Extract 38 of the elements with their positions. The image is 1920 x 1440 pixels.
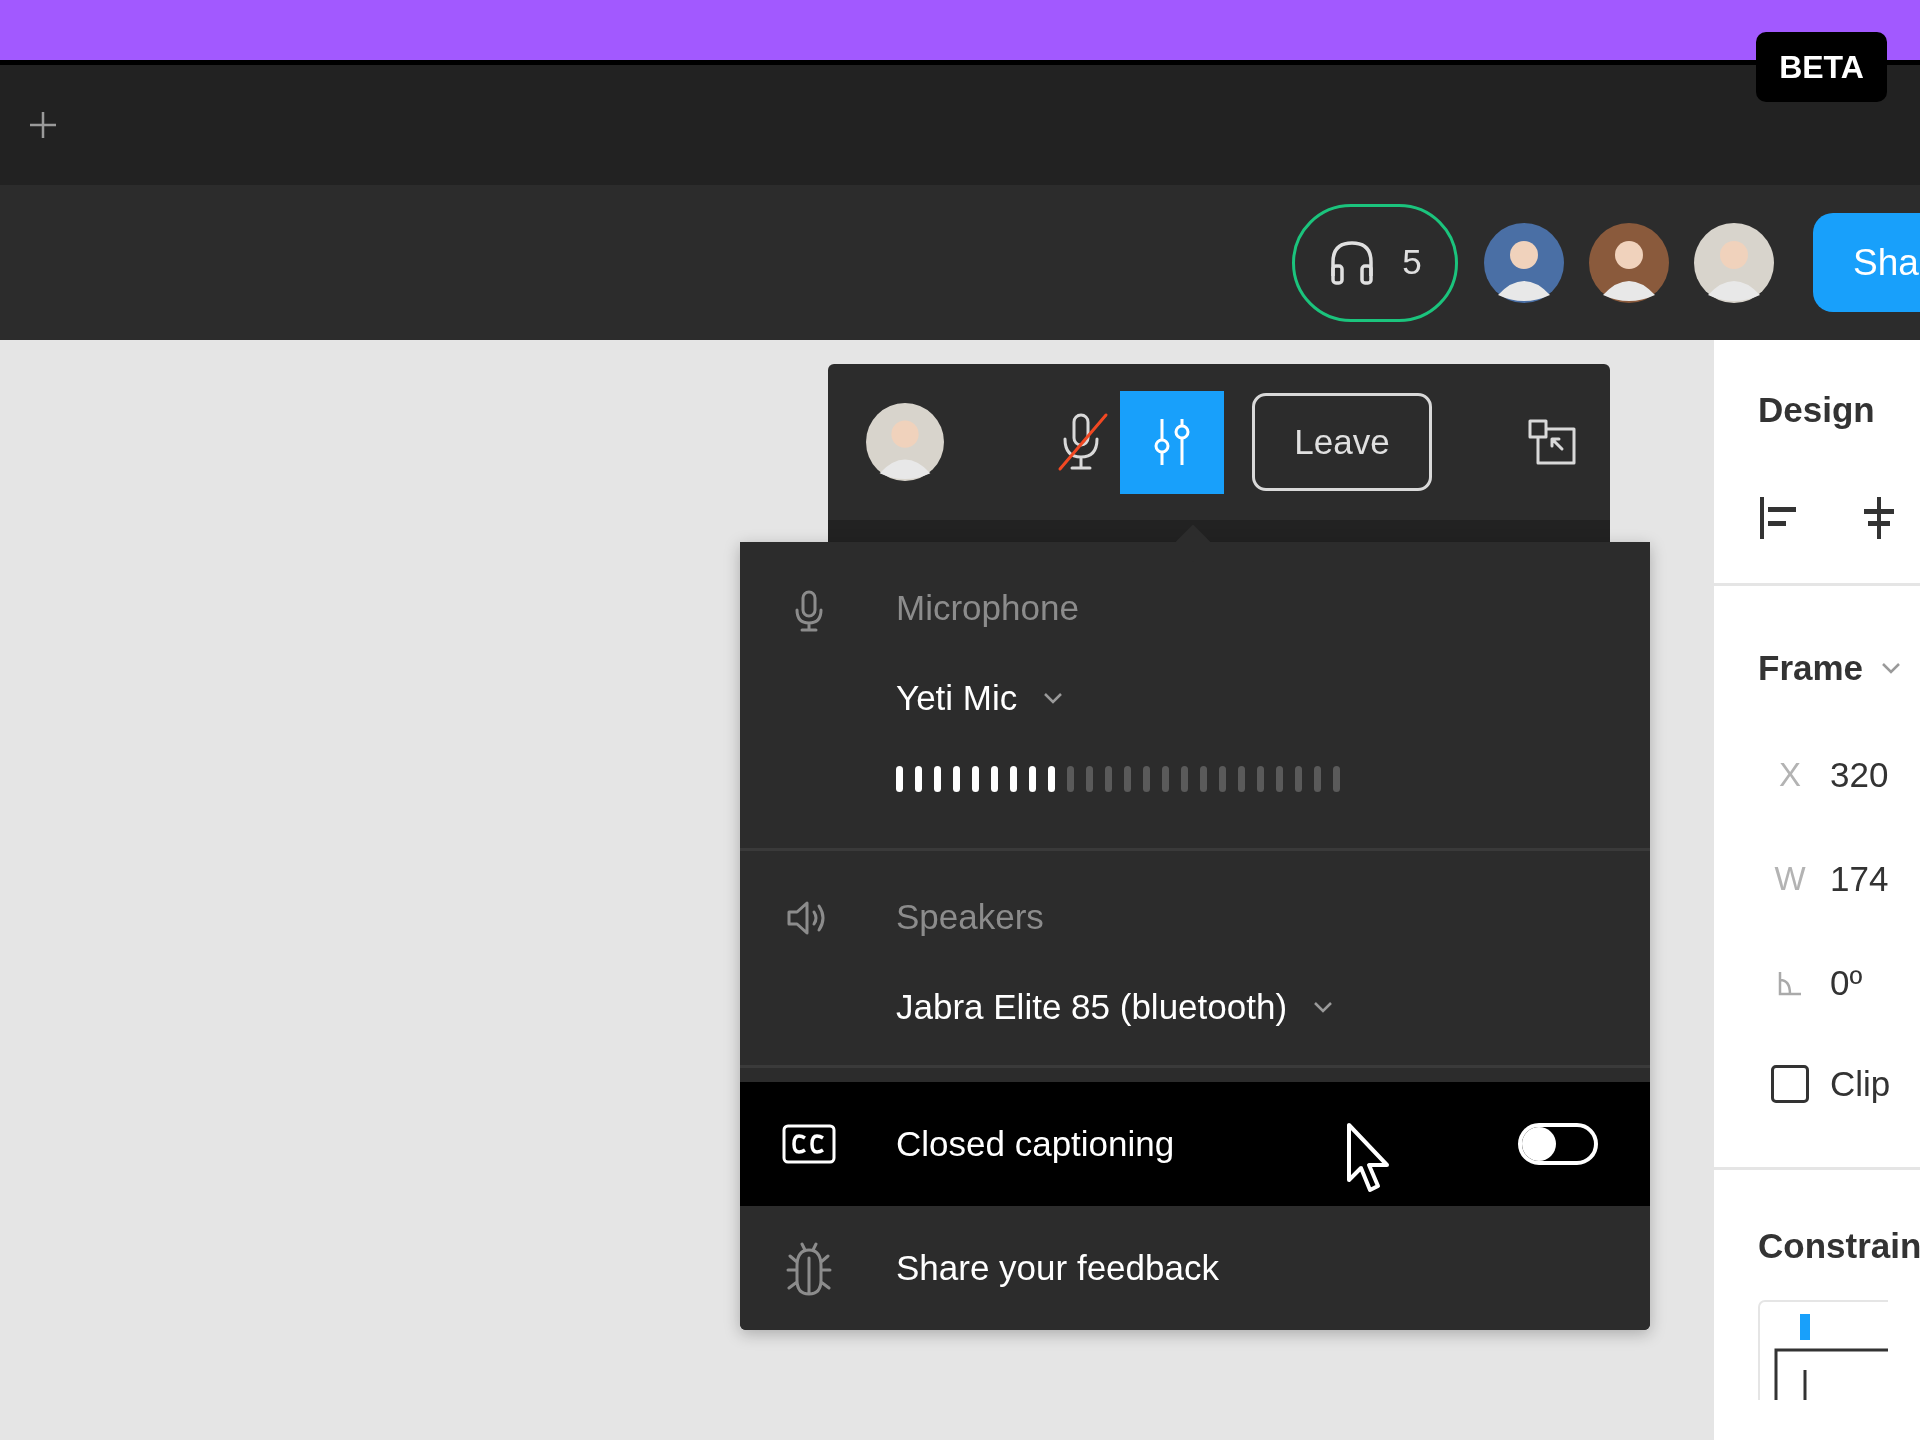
menu-item-label: Share your feedback	[896, 1246, 1219, 1289]
section-label: Speakers	[896, 896, 1045, 938]
field-label: W	[1774, 859, 1806, 900]
chevron-down-icon[interactable]	[1881, 661, 1902, 674]
leave-button[interactable]: Leave	[1252, 393, 1432, 491]
listeners-button[interactable]: 5	[1292, 203, 1458, 322]
device-dropdown[interactable]: Jabra Elite 85 (bluetooth)	[896, 985, 1334, 1029]
section-title: Constrain	[1758, 1224, 1920, 1267]
align-center-icon[interactable]	[1862, 496, 1896, 539]
beta-badge: BETA	[1756, 32, 1887, 102]
plus-icon[interactable]	[28, 110, 58, 140]
checkbox-label: Clip	[1830, 1063, 1891, 1105]
collapse-icon[interactable]	[1528, 419, 1576, 465]
chevron-down-icon	[1313, 1001, 1334, 1013]
avatar[interactable]	[1589, 222, 1669, 303]
section-title: Frame	[1758, 646, 1864, 689]
field-value[interactable]: 0º	[1830, 956, 1863, 1010]
clip-checkbox[interactable]	[1771, 1065, 1809, 1104]
mic-icon	[795, 590, 823, 632]
field-label: X	[1779, 755, 1801, 796]
avatar[interactable]	[1694, 222, 1774, 303]
avatar[interactable]	[866, 403, 944, 481]
audio-settings-button[interactable]	[1120, 390, 1224, 494]
device-dropdown[interactable]: Yeti Mic	[896, 676, 1340, 720]
panel-title: Design	[1758, 390, 1875, 429]
section-label: Microphone	[896, 587, 1080, 629]
angle-icon	[1777, 970, 1803, 996]
align-left-icon[interactable]	[1758, 496, 1798, 539]
toggle-switch[interactable]	[1518, 1123, 1598, 1165]
bug-icon	[785, 1240, 833, 1296]
field-value[interactable]: 174	[1830, 852, 1889, 906]
menu-item-label: Closed captioning	[896, 1122, 1175, 1165]
menu-item[interactable]: Closed captioning	[740, 1082, 1650, 1206]
menu-item[interactable]: Share your feedback	[740, 1206, 1650, 1330]
chevron-down-icon	[1043, 692, 1064, 704]
field-value[interactable]: 320	[1830, 748, 1889, 802]
closed-captions-icon	[782, 1124, 836, 1164]
avatar[interactable]	[1484, 222, 1564, 303]
